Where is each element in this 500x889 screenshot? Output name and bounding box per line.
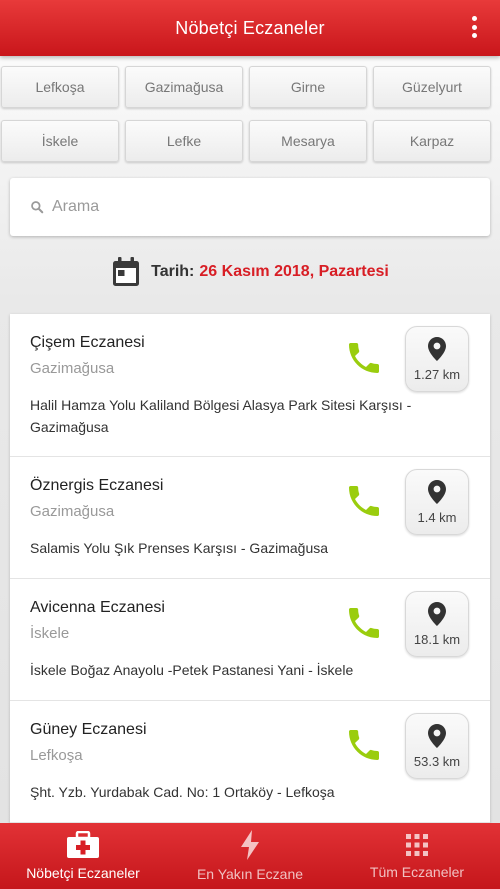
location-pin-icon bbox=[428, 601, 446, 626]
more-vert-icon[interactable] bbox=[470, 16, 478, 38]
distance-value: 1.27 km bbox=[413, 366, 461, 382]
lightning-icon bbox=[241, 830, 259, 860]
first-aid-kit-icon bbox=[67, 831, 99, 858]
location-pin-icon bbox=[428, 336, 446, 361]
phone-icon[interactable] bbox=[344, 725, 384, 765]
distance-value: 18.1 km bbox=[413, 631, 461, 647]
search-input[interactable] bbox=[52, 198, 452, 216]
city-button-karpaz[interactable]: Karpaz bbox=[373, 120, 491, 162]
tab-tum-eczaneler[interactable]: Tüm Eczaneler bbox=[334, 823, 500, 889]
location-pin-icon bbox=[428, 479, 446, 504]
search-icon bbox=[31, 201, 44, 214]
calendar-icon bbox=[113, 257, 140, 286]
pharmacy-city: Gazimağusa bbox=[30, 503, 115, 520]
bottom-nav: Nöbetçi Eczaneler En Yakın Eczane Tüm Ec… bbox=[0, 823, 500, 889]
city-filter-grid: Lefkoşa Gazimağusa Girne Güzelyurt İskel… bbox=[0, 66, 500, 162]
pharmacy-card[interactable]: Avicenna Eczanesi İskele İskele Boğaz An… bbox=[10, 579, 490, 701]
city-button-mesarya[interactable]: Mesarya bbox=[249, 120, 367, 162]
pharmacy-card[interactable]: Öznergis Eczanesi Gazimağusa Salamis Yol… bbox=[10, 457, 490, 579]
pharmacy-city: İskele bbox=[30, 625, 70, 642]
city-button-lefke[interactable]: Lefke bbox=[125, 120, 243, 162]
pharmacy-address: Halil Hamza Yolu Kaliland Bölgesi Alasya… bbox=[30, 397, 412, 435]
city-button-gazimagusa[interactable]: Gazimağusa bbox=[125, 66, 243, 108]
distance-value: 53.3 km bbox=[413, 753, 461, 769]
pharmacy-name: Çişem Eczanesi bbox=[30, 334, 145, 351]
pharmacy-card[interactable]: Güney Eczanesi Lefkoşa Şht. Yzb. Yurdaba… bbox=[10, 701, 490, 823]
pharmacy-address: Salamis Yolu Şık Prenses Karşısı - Gazim… bbox=[30, 540, 329, 556]
pharmacy-card[interactable]: Çişem Eczanesi Gazimağusa Halil Hamza Yo… bbox=[10, 314, 490, 457]
pharmacy-name: Öznergis Eczanesi bbox=[30, 477, 164, 494]
pharmacy-address: Şht. Yzb. Yurdabak Cad. No: 1 Ortaköy - … bbox=[30, 784, 335, 800]
tab-label: Nöbetçi Eczaneler bbox=[26, 865, 140, 881]
distance-button[interactable]: 1.27 km bbox=[405, 326, 469, 392]
distance-button[interactable]: 53.3 km bbox=[405, 713, 469, 779]
distance-button[interactable]: 1.4 km bbox=[405, 469, 469, 535]
date-value: 26 Kasım 2018, Pazartesi bbox=[199, 263, 389, 280]
grid-icon bbox=[406, 834, 428, 856]
pharmacy-city: Lefkoşa bbox=[30, 747, 83, 764]
pharmacy-name: Avicenna Eczanesi bbox=[30, 599, 165, 616]
city-button-iskele[interactable]: İskele bbox=[1, 120, 119, 162]
pharmacy-address: İskele Boğaz Anayolu -Petek Pastanesi Ya… bbox=[30, 662, 354, 678]
city-button-guzelyurt[interactable]: Güzelyurt bbox=[373, 66, 491, 108]
date-label: Tarih: bbox=[151, 263, 195, 280]
phone-icon[interactable] bbox=[344, 481, 384, 521]
tab-nobetci-eczaneler[interactable]: Nöbetçi Eczaneler bbox=[0, 823, 166, 889]
pharmacy-list: Çişem Eczanesi Gazimağusa Halil Hamza Yo… bbox=[10, 314, 490, 824]
tab-en-yakin-eczane[interactable]: En Yakın Eczane bbox=[166, 823, 334, 889]
pharmacy-name: Güney Eczanesi bbox=[30, 721, 147, 738]
pharmacy-city: Gazimağusa bbox=[30, 360, 115, 377]
phone-icon[interactable] bbox=[344, 338, 384, 378]
city-button-lefkosa[interactable]: Lefkoşa bbox=[1, 66, 119, 108]
app-bar: Nöbetçi Eczaneler bbox=[0, 0, 500, 56]
city-button-girne[interactable]: Girne bbox=[249, 66, 367, 108]
tab-label: Tüm Eczaneler bbox=[369, 864, 465, 880]
page-title: Nöbetçi Eczaneler bbox=[175, 17, 325, 38]
distance-button[interactable]: 18.1 km bbox=[405, 591, 469, 657]
distance-value: 1.4 km bbox=[417, 509, 457, 525]
date-row: Tarih: 26 Kasım 2018, Pazartesi bbox=[0, 256, 500, 288]
search-box bbox=[10, 178, 490, 236]
phone-icon[interactable] bbox=[344, 603, 384, 643]
location-pin-icon bbox=[428, 723, 446, 748]
tab-label: En Yakın Eczane bbox=[196, 866, 304, 882]
